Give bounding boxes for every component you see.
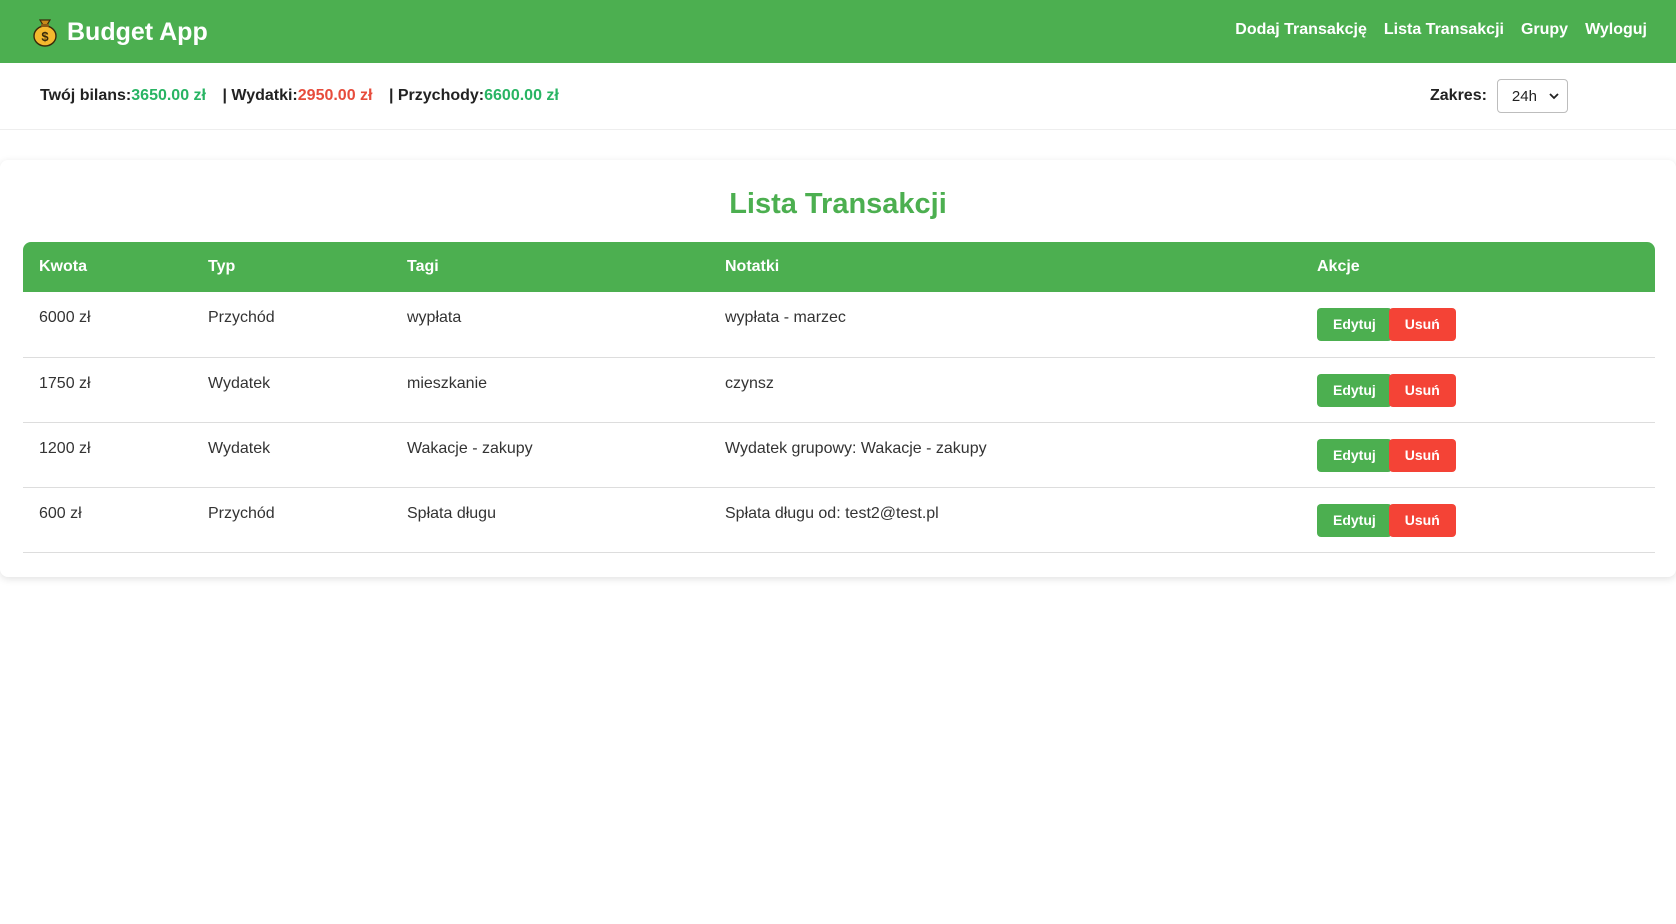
cell-tags: Spłata długu [391, 487, 709, 553]
table-row: 6000 zł Przychód wypłata wypłata - marze… [23, 292, 1655, 358]
chevron-down-icon [1549, 93, 1559, 100]
table-row: 1750 zł Wydatek mieszkanie czynsz Edytuj… [23, 357, 1655, 423]
range-selected-value: 24h [1511, 87, 1537, 105]
range-label: Zakres: [1430, 87, 1487, 104]
expenses-label: | Wydatki: [222, 87, 298, 104]
cell-notes: Wydatek grupowy: Wakacje - zakupy [709, 422, 1301, 488]
column-header-amount: Kwota [23, 242, 192, 292]
edit-button[interactable]: Edytuj [1317, 438, 1392, 472]
column-header-actions: Akcje [1301, 242, 1655, 292]
table-header-row: Kwota Typ Tagi Notatki Akcje [23, 242, 1655, 292]
nav-groups[interactable]: Grupy [1521, 20, 1568, 40]
cell-actions: Edytuj Usuń [1301, 357, 1655, 423]
cell-amount: 1200 zł [23, 422, 192, 488]
nav-add-transaction[interactable]: Dodaj Transakcję [1235, 20, 1367, 40]
cell-notes: Spłata długu od: test2@test.pl [709, 487, 1301, 553]
table-row: 600 zł Przychód Spłata długu Spłata dług… [23, 487, 1655, 553]
range-control: Zakres: 24h [1430, 79, 1568, 113]
cell-notes: wypłata - marzec [709, 292, 1301, 358]
edit-button[interactable]: Edytuj [1317, 503, 1392, 537]
cell-type: Wydatek [192, 357, 391, 423]
brand[interactable]: $ Budget App [31, 17, 208, 47]
delete-button[interactable]: Usuń [1388, 308, 1456, 341]
transactions-table: Kwota Typ Tagi Notatki Akcje 6000 zł Prz… [23, 242, 1655, 553]
cell-tags: Wakacje - zakupy [391, 422, 709, 488]
nav-links: Dodaj Transakcję Lista Transakcji Grupy … [1235, 20, 1647, 40]
column-header-tags: Tagi [391, 242, 709, 292]
balance-label: Twój bilans: [40, 87, 132, 104]
income-value: 6600.00 zł [484, 87, 559, 104]
balance-value: 3650.00 zł [131, 87, 206, 104]
delete-button[interactable]: Usuń [1388, 438, 1456, 472]
nav-logout[interactable]: Wyloguj [1585, 20, 1647, 40]
edit-button[interactable]: Edytuj [1317, 308, 1392, 341]
svg-text:$: $ [41, 29, 49, 44]
expenses-value: 2950.00 zł [297, 87, 373, 104]
nav-transaction-list[interactable]: Lista Transakcji [1384, 20, 1504, 40]
column-header-type: Typ [192, 242, 391, 292]
table-row: 1200 zł Wydatek Wakacje - zakupy Wydatek… [23, 422, 1655, 488]
range-select[interactable]: 24h [1496, 79, 1568, 113]
transactions-card: Lista Transakcji Kwota Typ Tagi Notatki … [0, 160, 1676, 577]
app-title: Budget App [67, 18, 208, 46]
income-label: | Przychody: [388, 87, 485, 104]
delete-button[interactable]: Usuń [1388, 373, 1456, 407]
money-bag-icon: $ [31, 17, 59, 47]
cell-type: Przychód [192, 487, 391, 553]
page-title: Lista Transakcji [729, 188, 947, 220]
balance-summary: Twój bilans:3650.00 zł | Wydatki:2950.00… [40, 86, 559, 106]
edit-button[interactable]: Edytuj [1317, 373, 1392, 407]
delete-button[interactable]: Usuń [1388, 503, 1456, 537]
column-header-notes: Notatki [709, 242, 1301, 292]
cell-actions: Edytuj Usuń [1301, 487, 1655, 553]
cell-notes: czynsz [709, 357, 1301, 423]
cell-tags: mieszkanie [391, 357, 709, 423]
cell-amount: 6000 zł [23, 292, 192, 358]
cell-actions: Edytuj Usuń [1301, 292, 1655, 358]
cell-amount: 600 zł [23, 487, 192, 553]
summary-bar: Twój bilans:3650.00 zł | Wydatki:2950.00… [0, 63, 1676, 130]
cell-type: Przychód [192, 292, 391, 358]
cell-type: Wydatek [192, 422, 391, 488]
cell-tags: wypłata [391, 292, 709, 358]
top-navbar: $ Budget App Dodaj Transakcję Lista Tran… [0, 0, 1676, 63]
cell-amount: 1750 zł [23, 357, 192, 423]
cell-actions: Edytuj Usuń [1301, 422, 1655, 488]
